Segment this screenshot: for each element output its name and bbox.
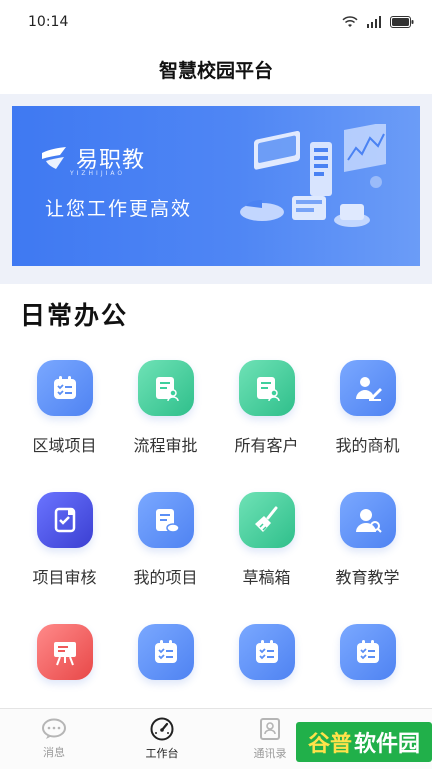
app-drafts[interactable]: 草稿箱 <box>216 492 317 588</box>
app-checklist-4[interactable] <box>317 624 418 680</box>
app-label: 项目审核 <box>32 568 97 587</box>
section-title: 日常办公 <box>20 301 129 330</box>
promo-banner[interactable]: 易职教 YIZHIJIAO 让您工作更高效 <box>12 106 420 266</box>
brand-pinyin: YIZHIJIAO <box>70 170 126 177</box>
app-label: 区域项目 <box>32 436 97 455</box>
app-label: 所有客户 <box>234 436 299 455</box>
app-process-approval[interactable]: 流程审批 <box>115 360 216 456</box>
tab-label: 消息 <box>43 746 65 759</box>
easel-icon <box>36 624 93 680</box>
app-label: 我的商机 <box>335 436 400 455</box>
checklist-icon <box>137 624 194 680</box>
document-cloud-icon <box>137 492 194 548</box>
review-icon <box>36 492 93 548</box>
battery-icon <box>390 16 414 28</box>
tab-label: 工作台 <box>145 747 179 760</box>
app-project-review[interactable]: 项目审核 <box>14 492 115 588</box>
tab-workbench[interactable]: 工作台 <box>108 709 216 769</box>
checklist-icon <box>36 360 93 416</box>
wifi-icon <box>342 16 358 27</box>
dashboard-gauge-icon <box>150 717 174 741</box>
office-illustration <box>240 124 386 227</box>
app-checklist-2[interactable] <box>115 624 216 680</box>
app-label: 教育教学 <box>335 568 400 587</box>
checklist-icon <box>339 624 396 680</box>
contacts-icon <box>260 718 280 740</box>
banner-slogan: 让您工作更高效 <box>45 198 193 220</box>
tab-label: 通讯录 <box>253 747 287 760</box>
app-checklist-3[interactable] <box>216 624 317 680</box>
app-my-opportunities[interactable]: 我的商机 <box>317 360 418 456</box>
status-bar: 10:14 <box>0 0 432 44</box>
status-time: 10:14 <box>28 14 69 30</box>
person-writing-icon <box>339 360 396 416</box>
checklist-icon <box>238 624 295 680</box>
signal-icon <box>367 16 381 28</box>
logo-icon <box>42 147 66 169</box>
watermark-part1: 谷普 <box>307 732 352 757</box>
app-regional-projects[interactable]: 区域项目 <box>14 360 115 456</box>
broom-icon <box>238 492 295 548</box>
document-user-icon <box>137 360 194 416</box>
chat-icon <box>42 718 66 739</box>
teacher-icon <box>339 492 396 548</box>
app-grid: 区域项目 流程审批 所有客户 我的商机 项目审核 我的项目 草稿箱 教育教学 <box>14 360 418 680</box>
page-title: 智慧校园平台 <box>158 59 273 82</box>
app-label: 流程审批 <box>133 436 198 455</box>
watermark-part2: 软件园 <box>354 732 421 757</box>
app-my-projects[interactable]: 我的项目 <box>115 492 216 588</box>
site-watermark: 谷普 软件园 <box>296 722 432 762</box>
banner-area: 易职教 YIZHIJIAO 让您工作更高效 <box>0 94 432 284</box>
app-easel[interactable] <box>14 624 115 680</box>
app-education-teaching[interactable]: 教育教学 <box>317 492 418 588</box>
app-label: 草稿箱 <box>242 568 291 587</box>
document-user-icon <box>238 360 295 416</box>
app-all-customers[interactable]: 所有客户 <box>216 360 317 456</box>
tab-messages[interactable]: 消息 <box>0 709 108 769</box>
app-label: 我的项目 <box>133 568 198 587</box>
